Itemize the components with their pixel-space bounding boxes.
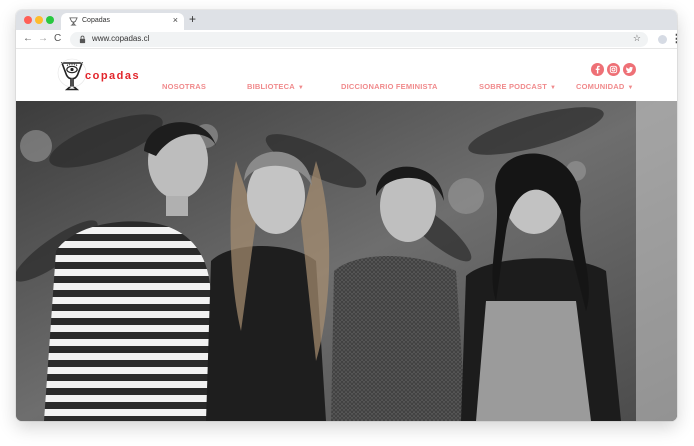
chevron-down-icon: ▼ [550, 85, 557, 91]
logo-text[interactable]: copadas [85, 70, 140, 82]
hero-photo-drawing [16, 101, 677, 421]
lock-icon [79, 35, 86, 44]
new-tab-button[interactable]: + [189, 12, 196, 26]
tab-bar: Copadas × + [16, 10, 677, 30]
chevron-down-icon: ▼ [297, 85, 304, 91]
nav-item-comunidad[interactable]: COMUNIDAD ▼ [576, 82, 634, 91]
maximize-window-button[interactable] [46, 16, 54, 24]
chevron-down-icon: ▼ [627, 85, 634, 91]
profile-avatar[interactable] [658, 35, 667, 44]
url-input[interactable]: www.copadas.cl ☆ [70, 32, 648, 47]
address-bar: ← → C www.copadas.cl ☆ ⋮ [16, 30, 677, 49]
browser-menu-icon[interactable]: ⋮ [671, 32, 677, 45]
nav-item-sobre-podcast[interactable]: SOBRE PODCAST ▼ [479, 82, 556, 91]
url-text: www.copadas.cl [92, 34, 150, 43]
forward-button[interactable]: → [38, 33, 48, 44]
tab-copadas[interactable]: Copadas × [61, 13, 184, 30]
nav-item-biblioteca[interactable]: BIBLIOTECA ▼ [247, 82, 304, 91]
close-window-button[interactable] [24, 16, 32, 24]
twitter-icon[interactable] [623, 63, 636, 76]
tab-close-icon[interactable]: × [173, 15, 178, 25]
instagram-icon[interactable] [607, 63, 620, 76]
back-button[interactable]: ← [23, 33, 33, 44]
minimize-window-button[interactable] [35, 16, 43, 24]
copadas-favicon-icon [69, 17, 78, 26]
nav-item-nosotras[interactable]: NOSOTRAS [162, 82, 206, 91]
nav-item-diccionario-feminista[interactable]: DICCIONARIO FEMINISTA [341, 82, 438, 91]
facebook-icon[interactable] [591, 63, 604, 76]
tab-title: Copadas [82, 17, 111, 24]
bookmark-star-icon[interactable]: ☆ [633, 33, 641, 44]
site-header: copadas NOSOTRAS BIBLIOTECA ▼ DICCIONARIO… [16, 50, 677, 101]
browser-window: Copadas × + ← → C www.copadas.cl ☆ ⋮ cop… [16, 10, 677, 421]
reload-button[interactable]: C [54, 33, 61, 44]
hero-photo [16, 101, 677, 421]
